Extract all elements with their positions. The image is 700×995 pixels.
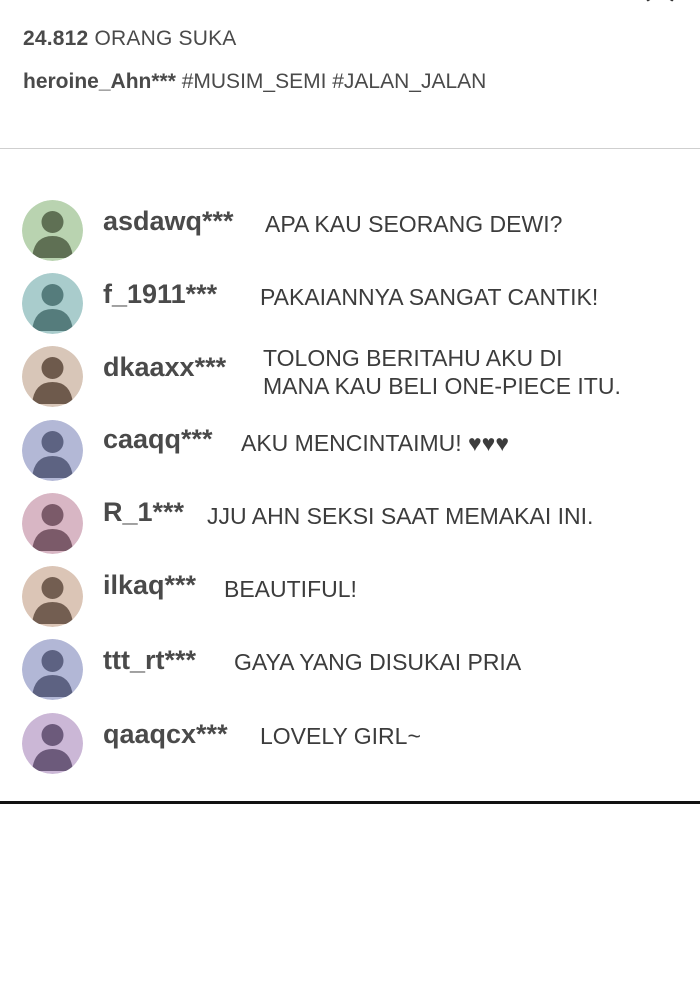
caption-hashtags[interactable]: #MUSIM_SEMI #JALAN_JALAN <box>182 70 487 93</box>
caption-username[interactable]: heroine_Ahn*** <box>23 70 176 93</box>
comment-username[interactable]: dkaaxx*** <box>103 352 226 383</box>
comment-username[interactable]: ttt_rt*** <box>103 645 196 676</box>
star-icon[interactable] <box>638 0 682 12</box>
comment-text: TOLONG BERITAHU AKU DI MANA KAU BELI ONE… <box>263 345 621 399</box>
avatar[interactable] <box>22 639 83 700</box>
avatar[interactable] <box>22 493 83 554</box>
comment-username[interactable]: qaaqcx*** <box>103 719 228 750</box>
comment-text: GAYA YANG DISUKAI PRIA <box>234 649 522 675</box>
likes-number: 24.812 <box>23 27 89 50</box>
comment-text: JJU AHN SEKSI SAAT MEMAKAI INI. <box>207 503 594 529</box>
comment-username[interactable]: f_1911*** <box>103 279 217 310</box>
avatar[interactable] <box>22 566 83 627</box>
comment-username[interactable]: asdawq*** <box>103 206 234 237</box>
comment-text: BEAUTIFUL! <box>224 576 357 602</box>
avatar[interactable] <box>22 713 83 774</box>
likes-label: ORANG SUKA <box>94 27 237 50</box>
comment-text: PAKAIANNYA SANGAT CANTIK! <box>260 284 599 310</box>
comment-username[interactable]: R_1*** <box>103 497 184 528</box>
likes-count[interactable]: 24.812 ORANG SUKA <box>23 27 237 51</box>
comment-username[interactable]: ilkaq*** <box>103 570 196 601</box>
divider <box>0 148 700 149</box>
avatar[interactable] <box>22 273 83 334</box>
comment-username[interactable]: caaqq*** <box>103 424 213 455</box>
avatar[interactable] <box>22 420 83 481</box>
avatar[interactable] <box>22 346 83 407</box>
post-caption: heroine_Ahn*** #MUSIM_SEMI #JALAN_JALAN <box>23 70 486 94</box>
comment-text: LOVELY GIRL~ <box>260 723 421 749</box>
comment-text: AKU MENCINTAIMU! ♥♥♥ <box>241 430 509 456</box>
bottom-divider <box>0 801 700 804</box>
comment-text: APA KAU SEORANG DEWI? <box>265 211 563 237</box>
avatar[interactable] <box>22 200 83 261</box>
